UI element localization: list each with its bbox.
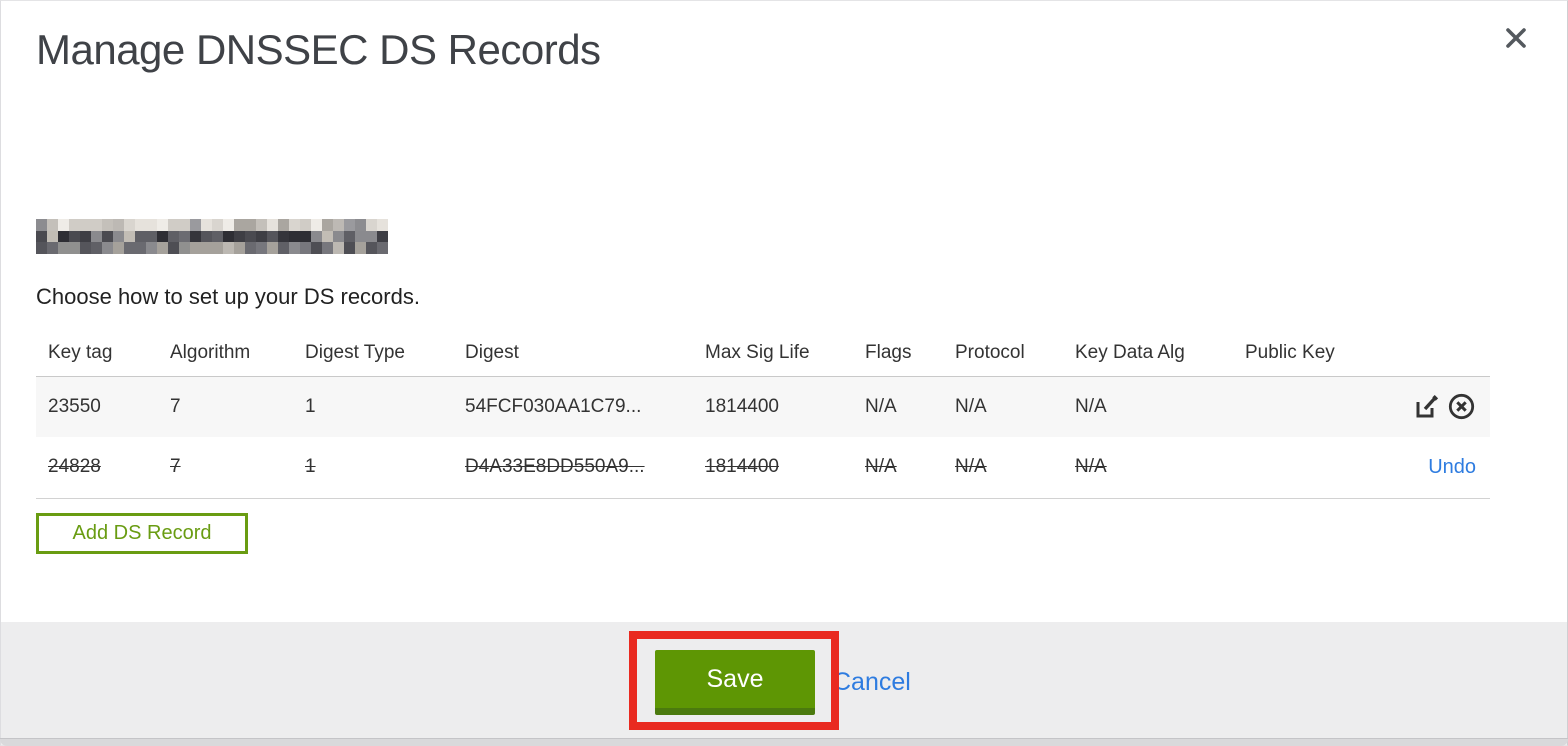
row-actions: Undo: [1388, 437, 1490, 499]
manage-dnssec-modal: Manage DNSSEC DS Records Choose how to s…: [0, 0, 1568, 746]
close-button[interactable]: [1498, 20, 1534, 56]
cell-digest: 54FCF030AA1C79...: [453, 375, 693, 437]
remove-circle-icon: [1448, 394, 1475, 420]
add-ds-record-button[interactable]: Add DS Record: [36, 513, 248, 554]
ds-records-table: Key tag Algorithm Digest Type Digest Max…: [36, 330, 1490, 499]
instruction-text: Choose how to set up your DS records.: [36, 284, 420, 309]
edit-icon: [1416, 395, 1438, 418]
cell-flags: N/A: [853, 375, 943, 437]
col-key-data-alg: Key Data Alg: [1075, 341, 1185, 363]
remove-record-button[interactable]: [1447, 392, 1476, 421]
row-actions: [1388, 375, 1490, 437]
cell-algorithm: 7: [158, 375, 293, 437]
cell-public-key: [1233, 437, 1388, 499]
cell-algorithm: 7: [158, 437, 293, 499]
cell-key-tag: 23550: [36, 375, 158, 437]
cell-protocol: N/A: [943, 437, 1063, 499]
cell-key-tag: 24828: [36, 437, 158, 499]
cell-key-data-alg: N/A: [1063, 437, 1233, 499]
cell-key-data-alg: N/A: [1063, 375, 1233, 437]
col-digest-type: Digest Type: [305, 341, 405, 363]
col-key-tag: Key tag: [48, 341, 113, 363]
edit-record-button[interactable]: [1413, 393, 1440, 420]
cell-public-key: [1233, 375, 1388, 437]
cell-digest-type: 1: [293, 375, 453, 437]
cell-max-sig-life: 1814400: [693, 437, 853, 499]
col-digest: Digest: [465, 341, 519, 363]
close-icon: [1506, 28, 1526, 48]
cell-digest: D4A33E8DD550A9...: [453, 437, 693, 499]
table-row: 23550 7 1 54FCF030AA1C79... 1814400 N/A …: [36, 375, 1490, 437]
col-public-key: Public Key: [1245, 341, 1335, 363]
cancel-link[interactable]: Cancel: [833, 668, 911, 697]
modal-title: Manage DNSSEC DS Records: [36, 26, 601, 73]
col-algorithm: Algorithm: [170, 341, 251, 363]
cell-digest-type: 1: [293, 437, 453, 499]
modal-footer: Save Cancel: [0, 622, 1568, 746]
cell-flags: N/A: [853, 437, 943, 499]
col-actions: [1388, 330, 1490, 376]
redacted-domain-name: [36, 219, 388, 254]
cell-protocol: N/A: [943, 375, 1063, 437]
table-header-row: Key tag Algorithm Digest Type Digest Max…: [36, 330, 1490, 376]
table-row-deleted: 24828 7 1 D4A33E8DD550A9... 1814400 N/A …: [36, 437, 1490, 499]
col-flags: Flags: [865, 341, 912, 363]
undo-link[interactable]: Undo: [1428, 456, 1476, 479]
cell-max-sig-life: 1814400: [693, 375, 853, 437]
col-max-sig-life: Max Sig Life: [705, 341, 810, 363]
save-button[interactable]: Save: [655, 650, 815, 715]
col-protocol: Protocol: [955, 341, 1025, 363]
